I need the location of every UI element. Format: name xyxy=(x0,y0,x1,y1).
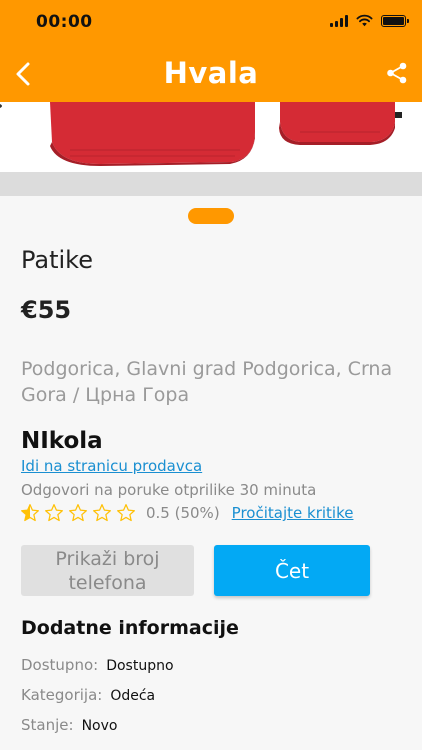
star-icon-half xyxy=(21,504,39,522)
star-icon xyxy=(45,504,63,522)
info-row-condition: Stanje: Novo xyxy=(21,716,117,734)
product-price: €55 xyxy=(21,296,72,324)
image-pager-indicator[interactable] xyxy=(188,208,234,224)
star-icon xyxy=(117,504,135,522)
read-reviews-link[interactable]: Pročitajte kritike xyxy=(232,504,354,522)
product-photo xyxy=(0,102,422,172)
star-icon xyxy=(69,504,87,522)
rating-stars xyxy=(20,503,136,523)
wifi-icon xyxy=(356,14,373,27)
status-icons xyxy=(330,14,409,27)
rating-row: 0.5 (50%) Pročitajte kritike xyxy=(20,502,353,524)
seller-page-link[interactable]: Idi na stranicu prodavca xyxy=(21,457,202,475)
image-strip xyxy=(0,172,422,196)
star-icon xyxy=(93,504,111,522)
chat-button[interactable]: Čet xyxy=(214,545,370,596)
info-label: Stanje: xyxy=(21,716,74,734)
response-time: Odgovori na poruke otprilike 30 minuta xyxy=(21,481,317,499)
info-value: Novo xyxy=(81,718,118,734)
screen: 00:00 Hvala Patike €55 Podgorica, Glavni… xyxy=(0,0,422,750)
status-bar: 00:00 xyxy=(0,0,422,44)
rating-value: 0.5 (50%) xyxy=(146,504,220,522)
product-title: Patike xyxy=(21,246,93,274)
info-row-availability: Dostupno: Dostupno xyxy=(21,656,174,674)
status-time: 00:00 xyxy=(36,12,93,32)
share-icon[interactable] xyxy=(386,62,408,84)
battery-icon xyxy=(381,14,409,27)
info-label: Kategorija: xyxy=(21,686,103,704)
additional-info-title: Dodatne informacije xyxy=(21,617,239,639)
info-value: Odeća xyxy=(110,688,156,704)
info-row-category: Kategorija: Odeća xyxy=(21,686,155,704)
show-phone-button[interactable]: Prikaži broj telefona xyxy=(21,545,194,596)
product-image[interactable] xyxy=(0,102,422,172)
info-value: Dostupno xyxy=(106,658,174,674)
product-location: Podgorica, Glavni grad Podgorica, Crna G… xyxy=(21,358,393,406)
seller-name: NIkola xyxy=(21,428,103,454)
info-label: Dostupno: xyxy=(21,656,99,674)
cellular-signal-icon xyxy=(330,14,348,27)
page-title: Hvala xyxy=(163,56,259,90)
app-header: 00:00 Hvala xyxy=(0,0,422,102)
